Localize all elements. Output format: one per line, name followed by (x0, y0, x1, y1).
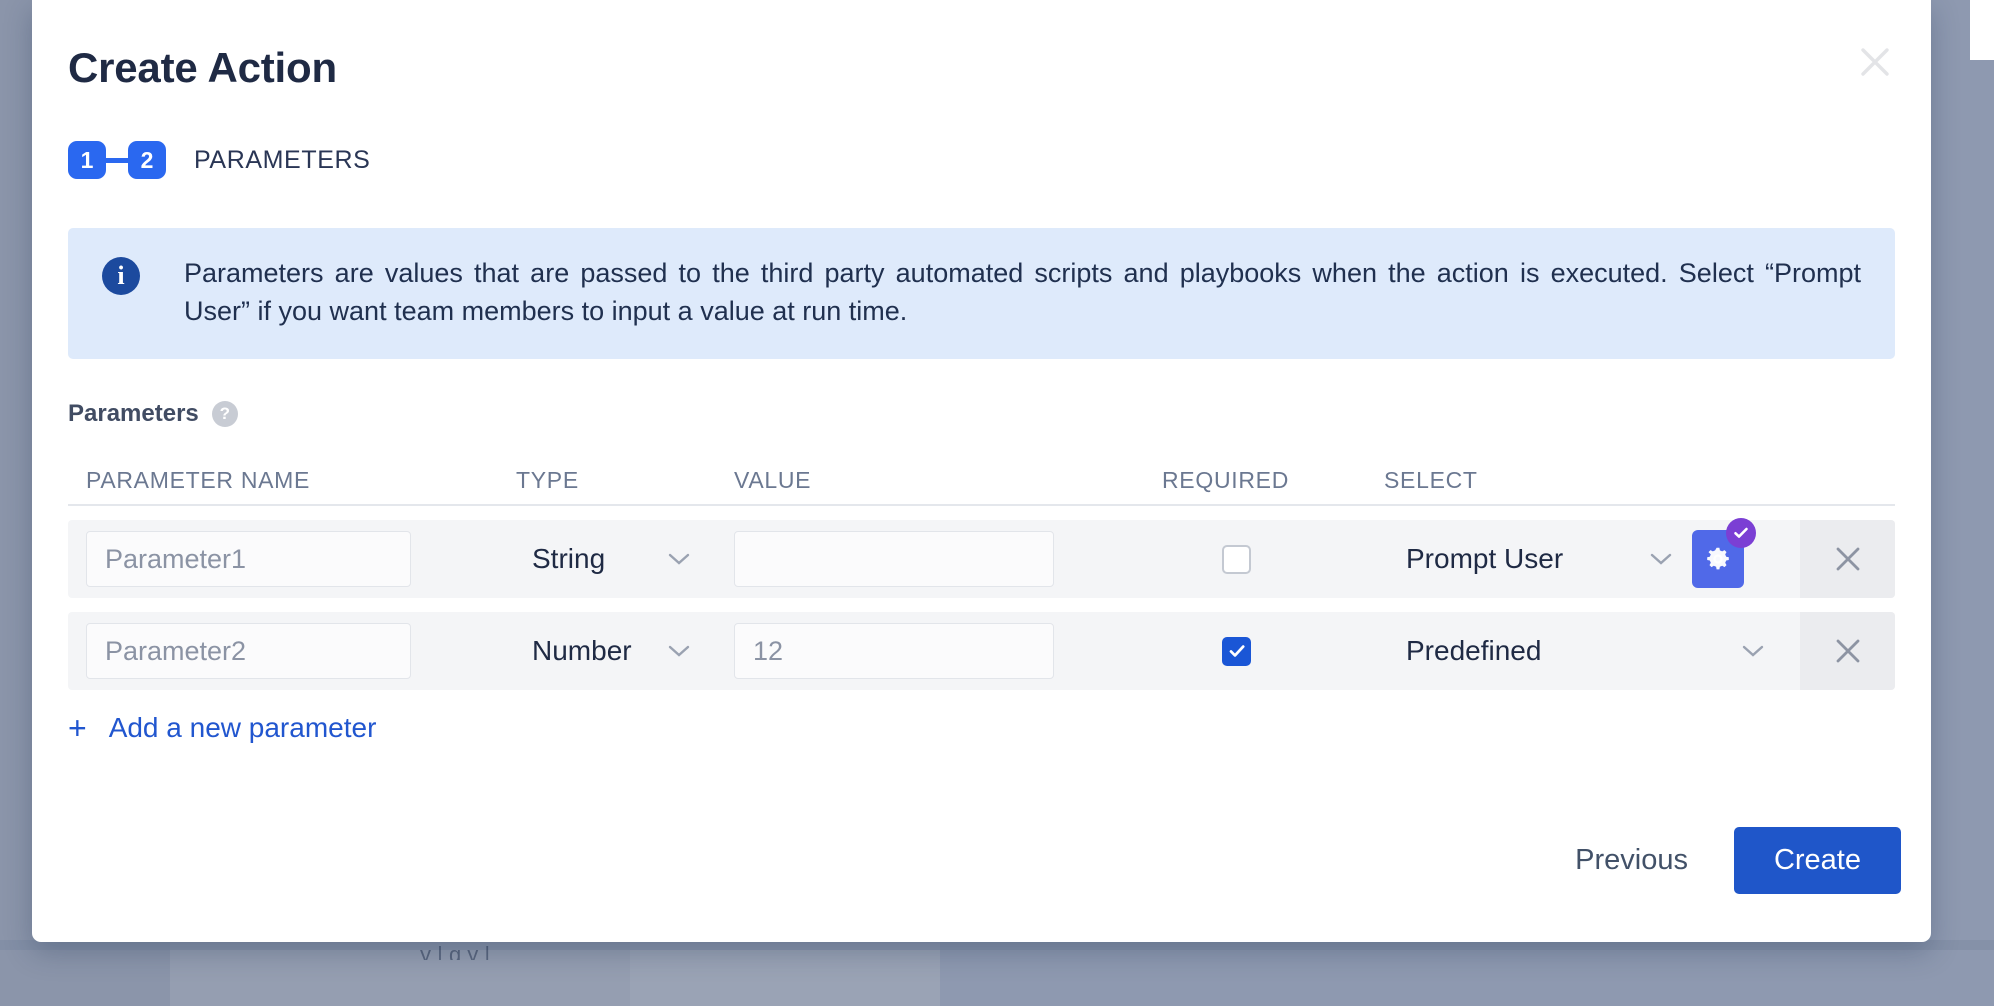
parameter-required-cell (1162, 544, 1384, 574)
info-banner: i Parameters are values that are passed … (68, 228, 1895, 359)
parameter-source-value: Prompt User (1406, 543, 1564, 574)
parameter-value-input[interactable] (734, 531, 1054, 587)
parameter-required-checkbox[interactable] (1222, 636, 1251, 666)
table-row: Parameter2 Number 12 Predefined (68, 612, 1895, 690)
parameter-select-cell: Predefined (1384, 622, 1814, 680)
add-new-parameter-button[interactable]: + Add a new parameter (68, 712, 376, 744)
column-header-select: SELECT (1384, 467, 1478, 493)
parameter-value-input[interactable]: 12 (734, 623, 1054, 679)
stepper-connector (106, 157, 128, 163)
table-row: Parameter1 String Prompt User (68, 518, 1895, 598)
chevron-down-icon (1650, 552, 1672, 566)
check-badge-icon (1726, 518, 1756, 548)
parameter-name-cell: Parameter1 (86, 531, 516, 587)
parameter-name-cell: Parameter2 (86, 623, 516, 679)
info-banner-text: Parameters are values that are passed to… (184, 258, 1861, 327)
gear-icon[interactable] (1692, 518, 1756, 588)
parameter-type-value: String (532, 543, 606, 574)
parameter-name-input[interactable]: Parameter1 (86, 531, 411, 587)
column-header-type: TYPE (516, 467, 579, 493)
column-header-required: REQUIRED (1162, 467, 1290, 493)
page-title: Create Action (68, 44, 337, 91)
backdrop-right-edge (1970, 0, 1994, 60)
parameter-required-cell (1162, 636, 1384, 666)
chevron-down-icon (1742, 644, 1764, 658)
stepper-step-1[interactable]: 1 (68, 141, 106, 179)
help-icon[interactable]: ? (211, 401, 238, 427)
parameter-type-select[interactable]: String (516, 531, 702, 587)
parameter-type-cell: String (516, 531, 734, 587)
remove-parameter-button[interactable] (1800, 612, 1895, 690)
close-icon[interactable] (1843, 30, 1907, 94)
info-icon: i (102, 257, 140, 295)
modal-footer: Previous Create (1553, 827, 1901, 894)
stepper-label: PARAMETERS (194, 145, 371, 174)
create-button[interactable]: Create (1733, 827, 1901, 894)
parameter-type-value: Number (532, 635, 632, 666)
parameter-source-value: Predefined (1406, 635, 1542, 666)
parameters-label: Parameters (68, 400, 199, 427)
remove-parameter-button[interactable] (1800, 520, 1895, 598)
parameters-table: PARAMETER NAME TYPE VALUE REQUIRED SELEC… (68, 452, 1895, 690)
column-header-value: VALUE (734, 467, 812, 493)
parameter-required-checkbox[interactable] (1222, 544, 1251, 574)
parameter-value-cell (734, 531, 1162, 587)
create-action-modal: Create Action 1 2 PARAMETERS i Parameter… (32, 0, 1931, 942)
parameter-value-cell: 12 (734, 623, 1162, 679)
parameter-source-select[interactable]: Predefined (1384, 622, 1776, 680)
parameter-name-input[interactable]: Parameter2 (86, 623, 411, 679)
parameter-source-select[interactable]: Prompt User (1384, 530, 1684, 588)
parameters-section-header: Parameters ? (68, 400, 238, 428)
table-header-row: PARAMETER NAME TYPE VALUE REQUIRED SELEC… (68, 452, 1895, 506)
parameter-type-select[interactable]: Number (516, 623, 702, 679)
plus-icon: + (68, 710, 87, 746)
backdrop-obscured-text: y | g y | (420, 942, 491, 960)
parameter-type-cell: Number (516, 623, 734, 679)
parameter-select-cell: Prompt User (1384, 518, 1814, 588)
add-new-parameter-label: Add a new parameter (108, 712, 377, 743)
column-header-parameter-name: PARAMETER NAME (86, 467, 311, 493)
chevron-down-icon (668, 552, 690, 566)
stepper-step-2[interactable]: 2 (128, 141, 166, 179)
stepper: 1 2 PARAMETERS (68, 138, 370, 182)
previous-button[interactable]: Previous (1553, 830, 1710, 891)
chevron-down-icon (668, 644, 690, 658)
